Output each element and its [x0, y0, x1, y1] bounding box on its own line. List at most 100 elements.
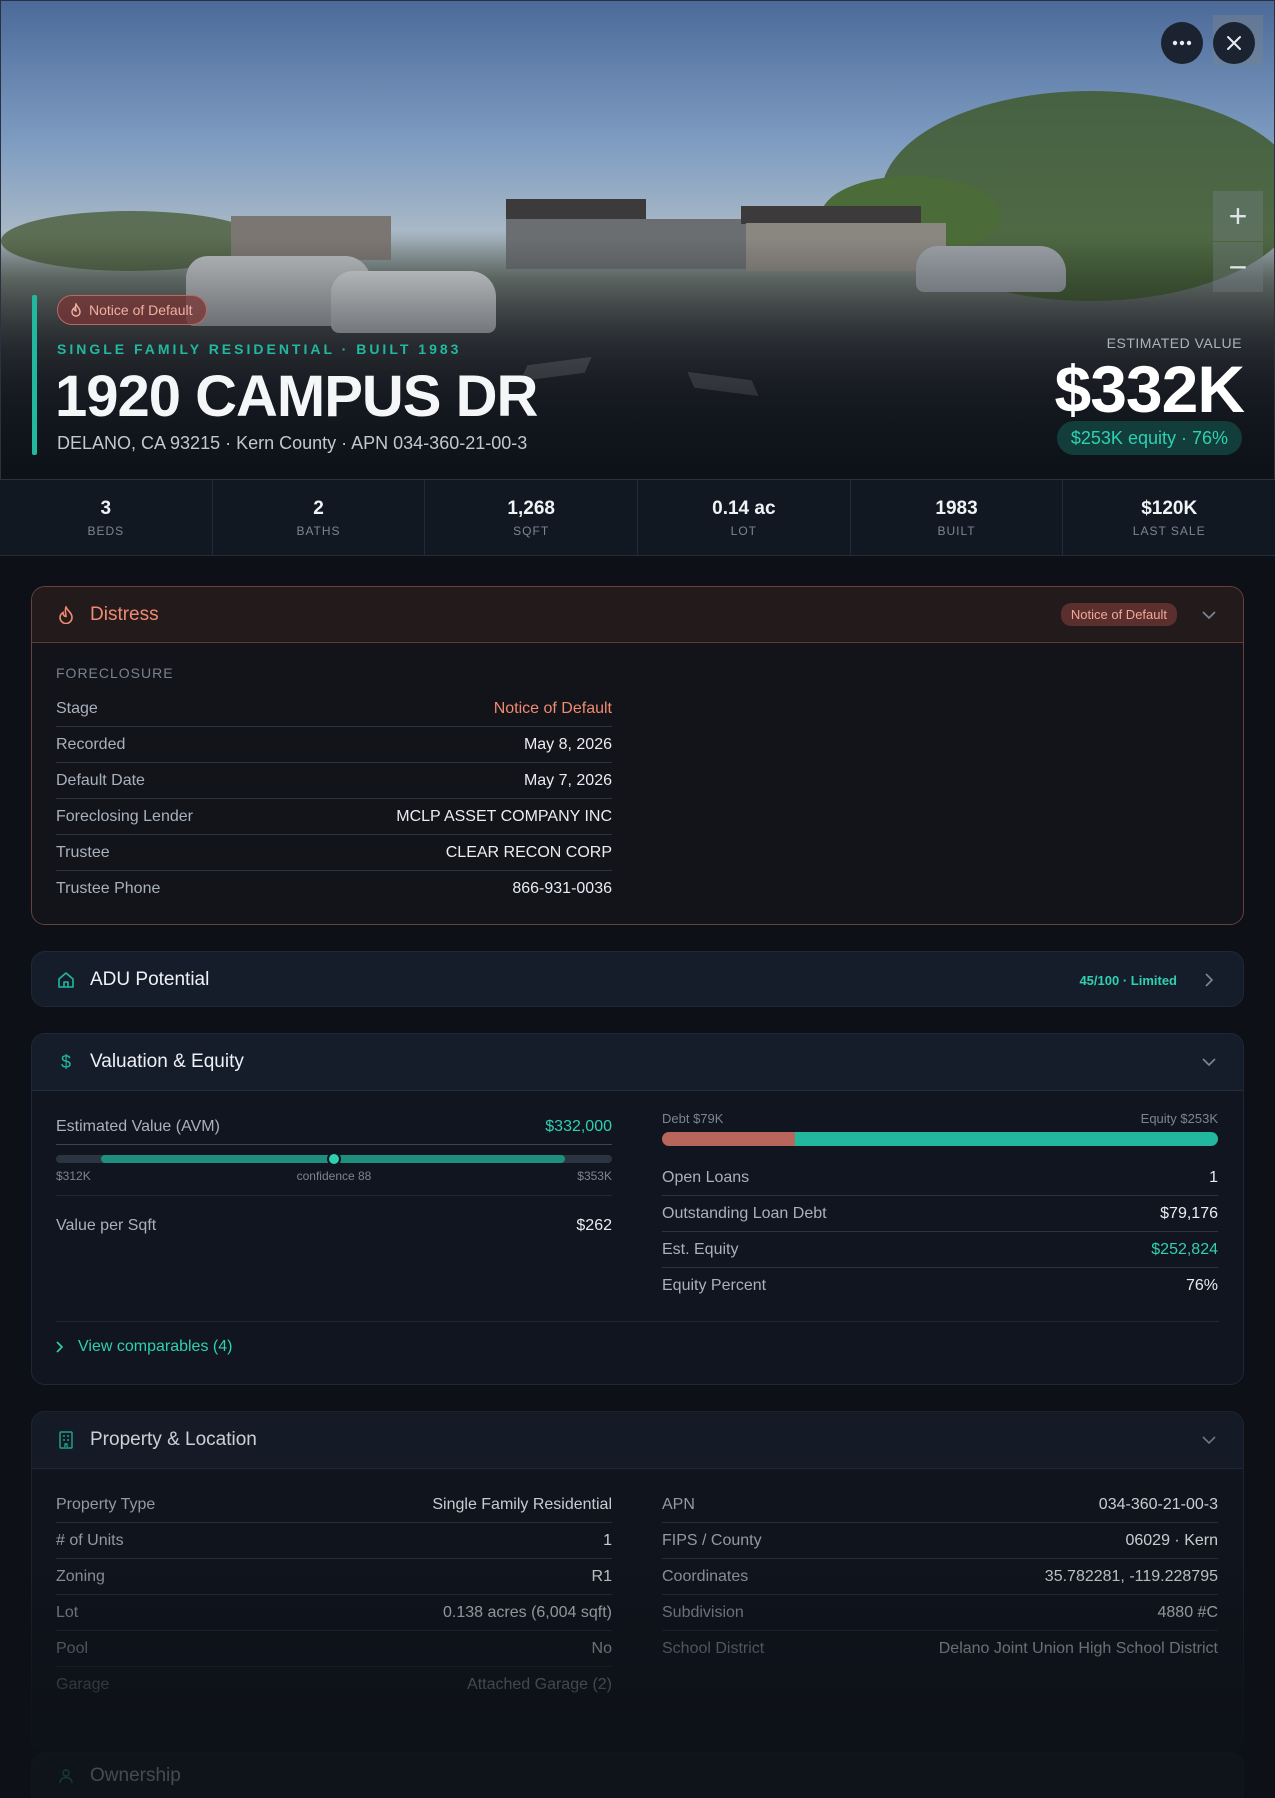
- stat-built: 1983 BUILT: [851, 480, 1064, 555]
- chevron-down-icon[interactable]: [1199, 605, 1219, 625]
- property-value: 034-360-21-00-3: [1098, 1495, 1218, 1513]
- detail-row: Default Date May 7, 2026: [56, 763, 612, 799]
- stat-last-sale: $120K LAST SALE: [1063, 480, 1275, 555]
- ownership-card[interactable]: Ownership: [31, 1752, 1244, 1798]
- loan-key: Open Loans: [662, 1168, 750, 1186]
- detail-value: 866-931-0036: [512, 880, 612, 897]
- property-row: Coordinates 35.782281, -119.228795: [662, 1559, 1218, 1595]
- distress-card-body: FORECLOSURE Stage Notice of Default Recor…: [32, 643, 1243, 924]
- vps-label: Value per Sqft: [56, 1217, 157, 1234]
- property-value: 1: [603, 1531, 612, 1549]
- distress-card-header[interactable]: Distress Notice of Default: [32, 587, 1243, 643]
- debt-equity-bar: [662, 1132, 1218, 1146]
- detail-row: Trustee CLEAR RECON CORP: [56, 835, 612, 871]
- valuation-card-title: Valuation & Equity: [90, 1051, 244, 1072]
- distress-badge: Notice of Default: [57, 295, 207, 325]
- view-comparables-link[interactable]: View comparables (4): [56, 1321, 1219, 1356]
- valuation-card-body: Estimated Value (AVM) $332,000 $312K con…: [32, 1090, 1243, 1384]
- property-value: 4880 #C: [1157, 1603, 1219, 1621]
- detail-key: Trustee: [56, 843, 110, 861]
- property-key: Lot: [56, 1603, 79, 1621]
- ellipsis-icon: [1172, 40, 1192, 46]
- close-button[interactable]: [1213, 22, 1255, 64]
- property-row: School District Delano Joint Union High S…: [662, 1631, 1218, 1667]
- avm-row: Estimated Value (AVM) $332,000: [56, 1109, 612, 1145]
- loan-key: Est. Equity: [662, 1240, 739, 1258]
- property-value: Attached Garage (2): [467, 1676, 612, 1693]
- property-key: Property Type: [56, 1495, 156, 1513]
- distress-stage-pill: Notice of Default: [1060, 603, 1177, 626]
- equity-pill: $253K equity · 76%: [1056, 421, 1242, 455]
- chevron-down-icon[interactable]: [1199, 1052, 1219, 1072]
- vps-value: $262: [576, 1217, 612, 1234]
- chevron-right-icon[interactable]: [1199, 970, 1219, 990]
- valuation-card-header[interactable]: $ Valuation & Equity: [32, 1034, 1243, 1090]
- stat-value: 3: [100, 497, 112, 519]
- property-key: # of Units: [56, 1531, 124, 1549]
- property-value: No: [591, 1639, 612, 1657]
- detail-value: MCLP ASSET COMPANY INC: [396, 807, 612, 825]
- range-low: $312K: [56, 1169, 91, 1183]
- avm-range-marker: [327, 1152, 341, 1166]
- property-value: Delano Joint Union High School District: [938, 1640, 1218, 1657]
- property-value: 0.138 acres (6,004 sqft): [443, 1603, 612, 1621]
- house-roof: [741, 206, 921, 224]
- loan-value: $252,824: [1151, 1240, 1218, 1258]
- ownership-card-header[interactable]: Ownership: [32, 1753, 1243, 1798]
- equity-column: Debt $79K Equity $253K Open Loans 1 Outst…: [662, 1111, 1218, 1304]
- detail-value: Notice of Default: [493, 699, 612, 717]
- property-card-header[interactable]: Property & Location: [32, 1412, 1243, 1468]
- property-key: Subdivision: [662, 1603, 744, 1621]
- property-details-left: Property Type Single Family Residential #…: [56, 1487, 612, 1703]
- equity-bar-labels: Debt $79K Equity $253K: [662, 1111, 1218, 1126]
- street-view-hero[interactable]: + − Notice of Default SINGLE FAMILY RESI…: [0, 0, 1275, 480]
- avm-value: $332,000: [545, 1117, 612, 1135]
- stat-label: BATHS: [296, 523, 341, 538]
- property-details-right: APN 034-360-21-00-3 FIPS / County 06029 · …: [662, 1487, 1218, 1667]
- property-row: Garage Attached Garage (2): [56, 1667, 612, 1703]
- property-card-title: Property & Location: [90, 1429, 257, 1450]
- property-value: 35.782281, -119.228795: [1044, 1567, 1218, 1585]
- stat-value: 0.14 ac: [712, 497, 776, 519]
- debt-label: Debt $79K: [662, 1111, 724, 1126]
- stat-lot: 0.14 ac LOT: [638, 480, 851, 555]
- property-row: Pool No: [56, 1631, 612, 1667]
- detail-row: Stage Notice of Default: [56, 691, 612, 727]
- loan-value: $79,176: [1160, 1204, 1218, 1222]
- view-comparables-label: View comparables (4): [78, 1338, 233, 1355]
- loan-value: 1: [1209, 1168, 1218, 1186]
- chevron-down-icon[interactable]: [1199, 1430, 1219, 1450]
- home-icon: [56, 970, 76, 990]
- detail-row: Foreclosing Lender MCLP ASSET COMPANY INC: [56, 799, 612, 835]
- distress-badge-label: Notice of Default: [89, 302, 193, 318]
- hero-accent-bar: [32, 295, 37, 455]
- property-key: Zoning: [56, 1567, 105, 1585]
- property-row: FIPS / County 06029 · Kern: [662, 1523, 1218, 1559]
- adu-card-header[interactable]: ADU Potential 45/100 · Limited: [32, 952, 1243, 1006]
- property-row: Subdivision 4880 #C: [662, 1595, 1218, 1631]
- zoom-out-button[interactable]: −: [1213, 242, 1263, 292]
- stat-label: BUILT: [937, 523, 976, 538]
- stat-value: 1,268: [507, 497, 555, 519]
- dollar-icon: $: [60, 1051, 71, 1072]
- ownership-card-title: Ownership: [90, 1765, 181, 1786]
- adu-potential-card[interactable]: ADU Potential 45/100 · Limited: [31, 951, 1244, 1007]
- avm-range-labels: $312K confidence 88 $353K: [56, 1169, 612, 1183]
- detail-value: May 8, 2026: [523, 735, 612, 753]
- property-stats-bar: 3 BEDS 2 BATHS 1,268 SQFT 0.14 ac LOT 1983 BU…: [0, 480, 1275, 556]
- estimated-value: $332K: [1054, 352, 1245, 426]
- property-value: 06029 · Kern: [1125, 1531, 1218, 1549]
- loan-key: Equity Percent: [662, 1277, 767, 1294]
- detail-key: Stage: [56, 699, 98, 717]
- close-icon: [1227, 36, 1241, 50]
- stat-label: LOT: [730, 523, 758, 538]
- more-options-button[interactable]: [1161, 22, 1203, 64]
- loan-row: Outstanding Loan Debt $79,176: [662, 1196, 1218, 1232]
- zoom-in-button[interactable]: +: [1213, 191, 1263, 241]
- distress-card-title: Distress: [90, 603, 159, 625]
- property-row: Lot 0.138 acres (6,004 sqft): [56, 1595, 612, 1631]
- equity-label: Equity $253K: [1140, 1111, 1218, 1126]
- stat-value: 1983: [935, 497, 978, 519]
- stat-label: BEDS: [87, 523, 125, 538]
- stat-label: SQFT: [513, 523, 550, 538]
